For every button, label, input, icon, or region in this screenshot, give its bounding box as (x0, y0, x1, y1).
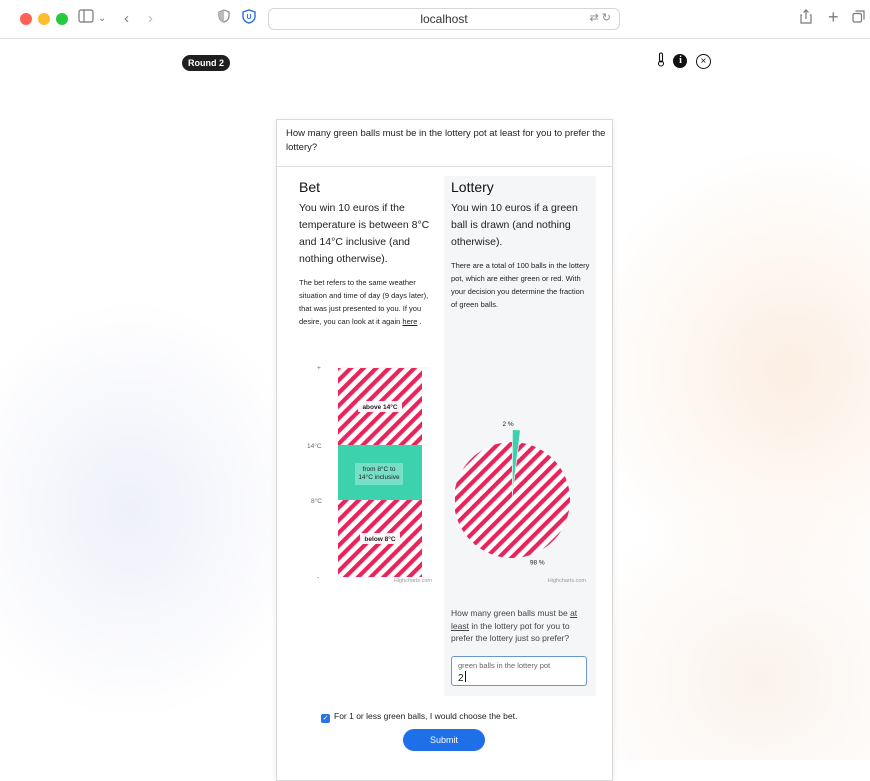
bet-detail-text: The bet refers to the same weather situa… (299, 278, 429, 326)
label-8-to-14-line2: 14°C inclusive (358, 473, 400, 481)
minimize-window-button[interactable] (38, 13, 50, 25)
lottery-detail-text: There are a total of 100 balls in the lo… (451, 261, 590, 309)
green-balls-input[interactable]: green balls in the lottery pot 2 (451, 656, 587, 686)
highcharts-credit[interactable]: Highcharts.com (548, 578, 587, 584)
share-icon[interactable] (800, 9, 812, 30)
pie-label-red: 98 % (530, 559, 545, 566)
url-text: localhost (420, 12, 468, 26)
bottom-question: How many green balls must be at least in… (451, 608, 578, 643)
close-icon[interactable]: × (695, 53, 711, 69)
extension-shield-icon[interactable]: U (242, 9, 256, 30)
back-arrow-icon[interactable]: ‹ (124, 9, 129, 29)
close-window-button[interactable] (20, 13, 32, 25)
label-above-14: above 14°C (362, 403, 397, 411)
pie-slice-red[interactable] (455, 442, 570, 558)
thermometer-icon[interactable] (657, 52, 665, 70)
question-text: How many green balls must be in the lott… (286, 128, 606, 153)
zoom-window-button[interactable] (56, 13, 68, 25)
bet-column: Bet You win 10 euros if the temperature … (299, 176, 439, 328)
lottery-main-text: You win 10 euros if a green ball is draw… (451, 202, 578, 248)
y-tick-8: 8°C (311, 497, 322, 505)
input-value: 2 (458, 673, 464, 684)
label-8-to-14-line1: from 8°C to (363, 465, 396, 473)
y-tick-plus: + (317, 365, 321, 372)
highcharts-credit[interactable]: Highcharts.com (394, 578, 433, 584)
privacy-shield-icon[interactable] (218, 9, 230, 29)
decision-card: How many green balls must be in the lott… (276, 119, 613, 781)
tab-overview-icon[interactable] (852, 9, 865, 29)
label-below-8: below 8°C (364, 535, 395, 543)
pie-label-green: 2 % (502, 421, 513, 428)
here-link[interactable]: here (402, 317, 417, 326)
round-badge: Round 2 (182, 55, 230, 71)
submit-button[interactable]: Submit (403, 729, 485, 751)
y-tick-minus: - (317, 574, 319, 581)
checkbox-checked[interactable]: ✓ (321, 714, 330, 723)
info-icon[interactable]: i (673, 54, 688, 68)
y-tick-14: 14°C (307, 442, 322, 450)
new-tab-icon[interactable]: + (828, 7, 839, 27)
address-bar[interactable]: localhost ⇄ ↻ (268, 8, 620, 30)
chevron-down-icon[interactable]: ⌄ (98, 9, 106, 29)
bet-choice-checkbox-row[interactable]: ✓ For 1 or less green balls, I would choo… (321, 711, 517, 723)
svg-text:U: U (246, 14, 251, 21)
bet-main-text: You win 10 euros if the temperature is b… (299, 202, 430, 265)
sidebar-toggle-icon[interactable] (78, 9, 94, 29)
translate-icon[interactable]: ⇄ (590, 12, 599, 24)
browser-toolbar: ⌄ ‹ › U localhost ⇄ ↻ + (0, 0, 870, 39)
bet-chart: + 14°C 8°C - above 14°C from 8°C to 14°C… (307, 365, 433, 584)
forward-arrow-icon[interactable]: › (148, 9, 153, 29)
lottery-title: Lottery (451, 179, 494, 195)
checkbox-label: For 1 or less green balls, I would choos… (334, 711, 518, 721)
bet-title: Bet (299, 179, 321, 195)
reload-icon[interactable]: ↻ (602, 12, 611, 24)
input-label: green balls in the lottery pot (458, 661, 551, 670)
lottery-pie-chart: 2 % 98 % Highcharts.com (455, 421, 587, 584)
divider (277, 166, 612, 167)
